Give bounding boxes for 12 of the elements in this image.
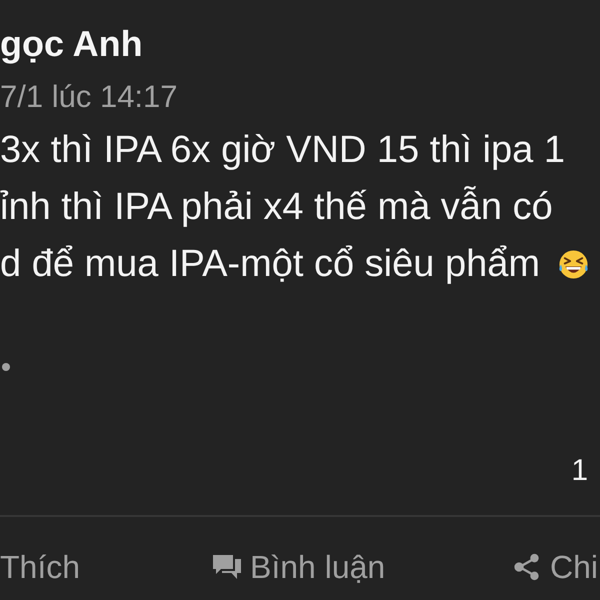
comment-button[interactable]: Bình luận	[212, 547, 386, 587]
share-button[interactable]: Chi	[512, 547, 598, 587]
post-timestamp: 7/1 lúc 14:17	[0, 78, 178, 116]
like-button[interactable]: Thích	[0, 547, 80, 587]
post-text-line: 3x thì IPA 6x giờ VND 15 thì ipa 1	[0, 128, 565, 173]
post-text-line: d để mua IPA-một cổ siêu phẩm	[0, 242, 540, 287]
author-name[interactable]: gọc Anh	[0, 23, 143, 65]
comment-count[interactable]: 1	[571, 454, 588, 488]
comment-icon	[212, 553, 242, 581]
dot-icon	[2, 363, 10, 371]
post-text-line: ỉnh thì IPA phải x4 thế mà vẫn có	[0, 185, 553, 230]
laughing-face-icon	[558, 249, 589, 280]
